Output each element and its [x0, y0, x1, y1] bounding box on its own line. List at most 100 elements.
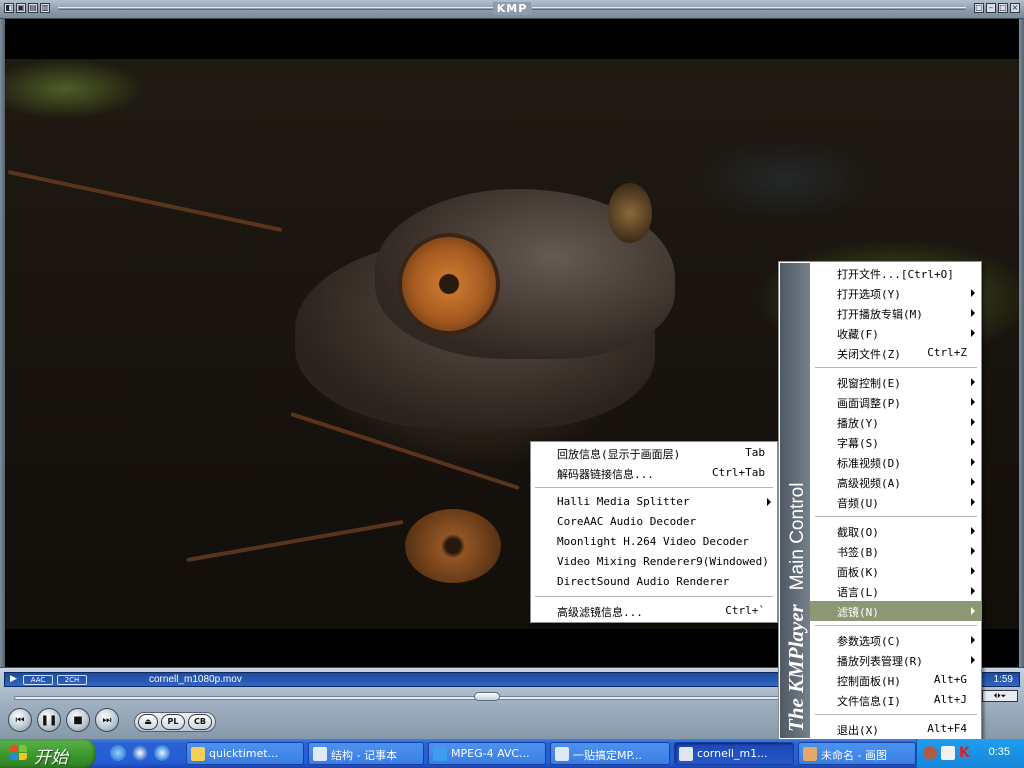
submenu-arrow-icon [971, 547, 975, 555]
ie-icon [433, 747, 447, 761]
submenu-arrow-icon [971, 587, 975, 595]
menu-item[interactable]: 收藏(F) [810, 323, 981, 343]
mini-buttons[interactable]: ⏴⏵⏷ [982, 690, 1018, 702]
menu-item[interactable]: 面板(K) [810, 561, 981, 581]
menu-item[interactable]: 视窗控制(E) [810, 372, 981, 392]
stop-button[interactable]: ■ [66, 708, 90, 732]
pause-button[interactable]: ❚❚ [37, 708, 61, 732]
menu-item[interactable]: CoreAAC Audio Decoder [531, 512, 777, 532]
menu-item[interactable]: 关闭文件(Z) Ctrl+Z [810, 343, 981, 363]
menu-item[interactable]: Video Mixing Renderer9(Windowed) [531, 552, 777, 572]
plant-stem [7, 169, 283, 233]
taskbar-button[interactable]: quicktimet... [186, 742, 304, 765]
taskbar-button[interactable]: 结构 - 记事本 [308, 742, 424, 765]
plant-stem [186, 519, 404, 563]
title-bar[interactable]: ◧ ▣ ▤ ▥ KMP ▢ – □ × [0, 0, 1024, 19]
submenu-arrow-icon [971, 329, 975, 337]
menu-item[interactable]: 语言(L) [810, 581, 981, 601]
menu-item[interactable]: 截取(O) [810, 521, 981, 541]
menu-separator [815, 367, 977, 368]
menu-item[interactable]: 解码器链接信息... Ctrl+Tab [531, 463, 777, 483]
time-display[interactable]: 1:59 [994, 674, 1013, 685]
menu-item[interactable]: 滤镜(N) [810, 601, 981, 621]
menu-separator [815, 625, 977, 626]
menu-item[interactable]: 标准视频(D) [810, 452, 981, 472]
menu-item-label: 画面调整(P) [837, 397, 901, 410]
menu-item[interactable]: 高级视频(A) [810, 472, 981, 492]
menu-item[interactable]: 高级滤镜信息... Ctrl+` [531, 601, 777, 621]
notepad-icon [555, 747, 569, 761]
menu-item-shortcut: Alt+J [933, 693, 967, 706]
window-title: KMP [492, 2, 532, 15]
menu-item-label: 视窗控制(E) [837, 377, 901, 390]
close-icon[interactable]: × [1010, 3, 1020, 13]
submenu-arrow-icon [971, 438, 975, 446]
submenu-arrow-icon [971, 418, 975, 426]
menu-item[interactable]: Halli Media Splitter [531, 492, 777, 512]
media-player-icon[interactable] [132, 745, 148, 761]
menu-item-label: 滤镜(N) [837, 606, 879, 619]
menu-item-label: 打开选项(Y) [837, 288, 901, 301]
ie-icon[interactable] [110, 745, 126, 761]
menu-item[interactable]: 参数选项(C) [810, 630, 981, 650]
control-box-button[interactable]: CB [188, 714, 212, 730]
tray-app-icon[interactable] [941, 746, 955, 760]
menu-item-label: 语言(L) [837, 586, 879, 599]
submenu-arrow-icon [971, 398, 975, 406]
menu-item-label: Moonlight H.264 Video Decoder [557, 535, 750, 548]
eject-button[interactable]: ⏏ [138, 714, 158, 730]
menu-item[interactable]: Moonlight H.264 Video Decoder [531, 532, 777, 552]
tray-back-icon[interactable] [923, 746, 937, 760]
submenu-arrow-icon [971, 289, 975, 297]
pause-icon: ❚❚ [40, 714, 58, 726]
menu-item[interactable]: 控制面板(H) Alt+G [810, 670, 981, 690]
prev-icon: ⏮ [15, 714, 25, 726]
minimize-icon[interactable]: – [986, 3, 996, 13]
restore-icon[interactable]: ▢ [974, 3, 984, 13]
menu-item[interactable]: 文件信息(I) Alt+J [810, 690, 981, 710]
menu-item-label: CoreAAC Audio Decoder [557, 515, 697, 528]
menu-item-shortcut: Ctrl+Tab [712, 466, 765, 479]
menu-side-strip: The KMPlayer Main Control [780, 263, 810, 738]
menu-item[interactable]: 退出(X) Alt+F4 [810, 719, 981, 739]
menu-item[interactable]: 播放(Y) [810, 412, 981, 432]
prev-button[interactable]: ⏮ [8, 708, 32, 732]
menu-item[interactable]: 画面调整(P) [810, 392, 981, 412]
menu-item-label: 控制面板(H) [837, 675, 901, 688]
menu-item[interactable]: 字幕(S) [810, 432, 981, 452]
taskbar-button[interactable]: cornell_m1... [674, 742, 794, 765]
frog-eye-far [608, 183, 652, 243]
menu-item-label: 高级视频(A) [837, 477, 901, 490]
playlist-button[interactable]: PL [161, 714, 185, 730]
menu-item-label: 参数选项(C) [837, 635, 901, 648]
menu-item[interactable]: 播放列表管理(R) [810, 650, 981, 670]
taskbar-button[interactable]: 一贴搞定MP... [550, 742, 670, 765]
start-button[interactable]: 开始 [0, 739, 96, 768]
strip-title: Main Control [787, 482, 808, 591]
menu-item[interactable]: 打开播放专辑(M) [810, 303, 981, 323]
browser-icon[interactable] [154, 745, 170, 761]
submenu-arrow-icon [767, 498, 771, 506]
menu-item[interactable]: 回放信息(显示于画面层) Tab [531, 443, 777, 463]
taskbar-button[interactable]: MPEG-4 AVC... [428, 742, 546, 765]
menu-item[interactable]: 书签(B) [810, 541, 981, 561]
menu-item[interactable]: DirectSound Audio Renderer [531, 572, 777, 592]
submenu-arrow-icon [971, 527, 975, 535]
submenu-arrow-icon [971, 478, 975, 486]
kaspersky-icon[interactable]: K [959, 746, 973, 760]
menu-item[interactable]: 音频(U) [810, 492, 981, 512]
folder-icon [191, 747, 205, 761]
menu-item-label: 关闭文件(Z) [837, 348, 901, 361]
taskbar-button[interactable]: 未命名 - 画图 [798, 742, 916, 765]
taskbar-button-label: quicktimet... [209, 747, 279, 760]
play-indicator-icon: ▶ [10, 674, 17, 684]
menu-item-label: Video Mixing Renderer9(Windowed) [557, 555, 769, 568]
next-button[interactable]: ⏭ [95, 708, 119, 732]
seek-thumb[interactable] [474, 692, 501, 701]
maximize-icon[interactable]: □ [998, 3, 1008, 13]
system-tray: K 0:35 [916, 739, 1024, 768]
paint-icon [803, 747, 817, 761]
audio-codec-badge: AAC [23, 675, 53, 685]
menu-item[interactable]: 打开文件...[Ctrl+O] [810, 263, 981, 283]
menu-item[interactable]: 打开选项(Y) [810, 283, 981, 303]
